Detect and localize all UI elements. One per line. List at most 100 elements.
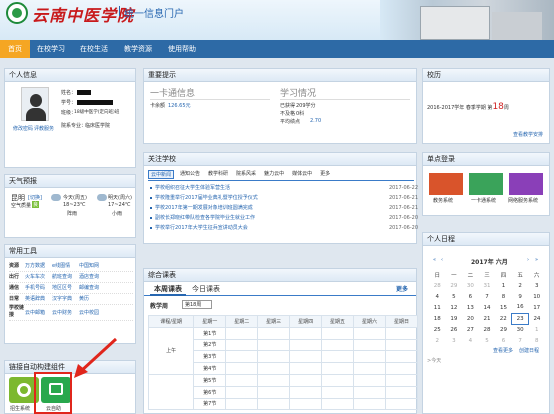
widget-enrollment[interactable]: 招生系统 [10, 405, 30, 412]
teaching-schedule-link[interactable]: 查看教学安排 [513, 131, 543, 138]
calendar-day[interactable]: 18 [429, 313, 446, 324]
campus-card-icon[interactable] [469, 173, 503, 195]
news-title[interactable]: 学校举行2017年大学生征兵宣讲动员大会 [155, 223, 248, 233]
news-title[interactable]: 学校隆重举行2017届毕业典礼暨学位授予仪式 [155, 193, 258, 203]
calendar-day[interactable]: 28 [429, 280, 446, 291]
tab-notices[interactable]: 通知公告 [178, 170, 202, 179]
calendar-day[interactable]: 16 [512, 302, 529, 313]
tool-link[interactable]: 邮编查询 [79, 283, 106, 293]
calendar-day[interactable]: 2 [512, 280, 529, 291]
calendar-day[interactable]: 6 [462, 291, 479, 302]
calendar-day[interactable]: 8 [495, 291, 512, 302]
tool-link[interactable]: 云中财务 [52, 305, 79, 320]
nav-help[interactable]: 使用帮助 [160, 40, 204, 58]
tab-departments[interactable]: 院系风采 [234, 170, 258, 179]
tab-news[interactable]: 云中新闻 [148, 170, 175, 179]
calendar-day[interactable]: 7 [479, 291, 496, 302]
calendar-day-today[interactable]: 23 [511, 312, 529, 325]
teaching-week-select[interactable]: 第18周 [182, 300, 212, 309]
tool-link[interactable]: 云中校园 [79, 305, 106, 320]
card-balance-value[interactable]: 126.65元 [168, 102, 191, 109]
tool-link[interactable]: 黄历 [79, 294, 106, 304]
city-switch-link[interactable]: [切换] [28, 194, 42, 201]
nav-life[interactable]: 在校生活 [72, 40, 116, 58]
academic-system-icon[interactable] [429, 173, 463, 195]
calendar-day[interactable]: 5 [446, 291, 463, 302]
nav-home[interactable]: 首页 [0, 40, 30, 58]
calendar-day[interactable]: 15 [495, 302, 512, 313]
nav-resources[interactable]: 教学资源 [116, 40, 160, 58]
tab-more[interactable]: 更多 [318, 170, 332, 179]
schedule-more-link[interactable]: 更多 [392, 283, 412, 296]
calendar-day[interactable]: 24 [528, 313, 545, 324]
sso-item-card[interactable]: 一卡通系统 [471, 197, 496, 204]
prev-month-icon[interactable]: ‹ [441, 257, 443, 263]
view-more-link[interactable]: 查看更多 [493, 347, 513, 354]
news-title[interactable]: 学校2017年第一期发展对象培训班圆满完成 [155, 203, 253, 213]
news-item[interactable]: 学校举行2017年大学生征兵宣讲动员大会 2017-06-20 [150, 223, 418, 233]
network-service-icon[interactable] [509, 173, 543, 195]
calendar-day[interactable]: 3 [446, 335, 463, 346]
calendar-day[interactable]: 21 [479, 313, 496, 324]
today-link[interactable]: >今天 [427, 357, 441, 364]
tab-research[interactable]: 教学科研 [206, 170, 230, 179]
calendar-day[interactable]: 1 [495, 280, 512, 291]
nav-study[interactable]: 在校学习 [30, 40, 72, 58]
calendar-day[interactable]: 22 [495, 313, 512, 324]
calendar-day[interactable]: 9 [512, 291, 529, 302]
calendar-day[interactable]: 11 [429, 302, 446, 313]
next-year-icon[interactable]: » [535, 257, 538, 263]
tab-charm[interactable]: 魅力云中 [262, 170, 286, 179]
calendar-day[interactable]: 6 [495, 335, 512, 346]
calendar-day[interactable]: 10 [528, 291, 545, 302]
calendar-day[interactable]: 31 [479, 280, 496, 291]
calendar-day[interactable]: 25 [429, 324, 446, 335]
calendar-day[interactable]: 19 [446, 313, 463, 324]
create-schedule-link[interactable]: 创建日程 [519, 347, 539, 354]
calendar-day[interactable]: 12 [446, 302, 463, 313]
calendar-day[interactable]: 4 [429, 291, 446, 302]
calendar-day[interactable]: 3 [528, 280, 545, 291]
calendar-day[interactable]: 1 [528, 324, 545, 335]
tool-link[interactable]: 航班查询 [52, 272, 79, 282]
calendar-day[interactable]: 14 [479, 302, 496, 313]
news-item[interactable]: 学校2017年第一期发展对象培训班圆满完成 2017-06-21 [150, 203, 418, 213]
calendar-day[interactable]: 5 [479, 335, 496, 346]
next-month-icon[interactable]: › [527, 257, 529, 263]
calendar-day[interactable]: 26 [446, 324, 463, 335]
sso-item-network[interactable]: 网络服务系统 [508, 197, 538, 204]
news-title[interactable]: 学校组织召征大学生体验军营生活 [155, 183, 230, 193]
tool-link[interactable]: e线图情 [52, 261, 79, 271]
calendar-day[interactable]: 8 [528, 335, 545, 346]
calendar-day[interactable]: 30 [512, 324, 529, 335]
news-item[interactable]: 学校组织召征大学生体验军营生活 2017-06-22 [150, 183, 418, 193]
change-password-link[interactable]: 修改密码 [13, 125, 33, 132]
calendar-day[interactable]: 7 [512, 335, 529, 346]
calendar-day[interactable]: 29 [446, 280, 463, 291]
sso-item-academic[interactable]: 教务系统 [433, 197, 453, 204]
tool-link[interactable]: 中国知网 [79, 261, 106, 271]
tab-week-schedule[interactable]: 本周课表 [150, 283, 186, 296]
tab-today-schedule[interactable]: 今日课表 [188, 283, 224, 296]
tool-link[interactable]: 万方数据 [25, 261, 52, 271]
calendar-day[interactable]: 30 [462, 280, 479, 291]
tool-link[interactable]: 汉字字典 [52, 294, 79, 304]
tool-link[interactable]: 酒店查询 [79, 272, 106, 282]
news-title[interactable]: 副校长郑晓红带队检查各学院毕业生就业工作 [155, 213, 255, 223]
tool-link[interactable]: 火车车次 [25, 272, 52, 282]
tool-link[interactable]: 地区区号 [52, 283, 79, 293]
calendar-day[interactable]: 28 [479, 324, 496, 335]
tab-media[interactable]: 媒体云中 [290, 170, 314, 179]
evaluation-link[interactable]: 评教服务 [34, 125, 54, 132]
tool-link[interactable]: 云中邮箱 [25, 305, 52, 320]
tool-link[interactable]: 手机号码 [25, 283, 52, 293]
calendar-day[interactable]: 13 [462, 302, 479, 313]
calendar-day[interactable]: 4 [462, 335, 479, 346]
news-item[interactable]: 副校长郑晓红带队检查各学院毕业生就业工作 2017-06-20 [150, 213, 418, 223]
news-item[interactable]: 学校隆重举行2017届毕业典礼暨学位授予仪式 2017-06-21 [150, 193, 418, 203]
calendar-day[interactable]: 20 [462, 313, 479, 324]
tool-link[interactable]: 英语辞典 [25, 294, 52, 304]
calendar-day[interactable]: 17 [528, 302, 545, 313]
calendar-day[interactable]: 27 [462, 324, 479, 335]
calendar-day[interactable]: 2 [429, 335, 446, 346]
